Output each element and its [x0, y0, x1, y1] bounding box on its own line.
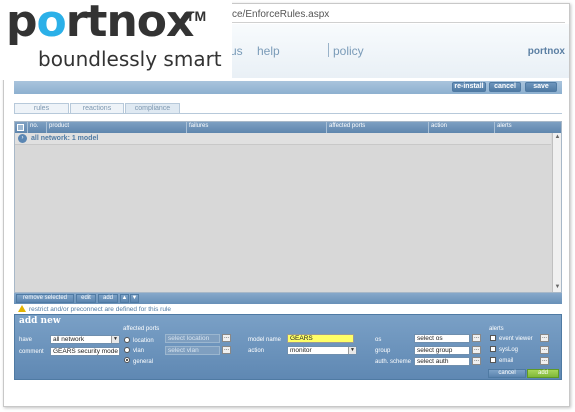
email-label: email [499, 358, 514, 364]
vlan-radio-label: vlan [133, 348, 145, 354]
table-header: no. product failures affected ports acti… [15, 122, 561, 133]
column-affected-ports[interactable]: affected ports [329, 123, 365, 129]
column-divider [186, 122, 187, 133]
event-viewer-settings-button[interactable]: ... [540, 334, 549, 342]
nav-separator [328, 43, 329, 57]
group-label: group [375, 348, 391, 354]
rules-table: no. product failures affected ports acti… [14, 121, 562, 293]
action-toolbar: re-install cancel save [14, 81, 562, 94]
email-checkbox[interactable] [490, 357, 496, 363]
select-vlan-field: select vlan [165, 346, 220, 355]
move-down-icon[interactable]: ▼ [130, 294, 139, 303]
trademark-mark: TM [186, 8, 207, 24]
location-radio-label: location [133, 338, 154, 344]
comment-input[interactable]: GEARS security mode [50, 347, 120, 356]
cancel-button[interactable]: cancel [489, 82, 521, 92]
add-new-title: add new [19, 316, 61, 326]
group-row[interactable]: › all network: 1 model [15, 133, 551, 145]
location-radio[interactable] [124, 337, 130, 343]
action-label: action [248, 348, 265, 354]
column-divider [326, 122, 327, 133]
group-field: select group [414, 346, 470, 355]
syslog-settings-button[interactable]: ... [540, 346, 549, 354]
column-divider [46, 122, 47, 133]
select-all-checkbox[interactable] [17, 124, 24, 131]
add-new-cancel-button[interactable]: cancel [488, 369, 526, 378]
vlan-browse-button[interactable]: ... [222, 346, 231, 354]
vlan-radio[interactable] [124, 347, 130, 353]
select-location-field: select location [165, 334, 220, 343]
expand-icon[interactable]: › [18, 134, 27, 143]
action-select[interactable]: monitor ▼ [287, 346, 357, 355]
edit-button[interactable]: edit [76, 294, 96, 303]
table-footer-bar: remove selected edit add ▲ ▼ [14, 293, 562, 304]
add-new-add-button[interactable]: add [527, 369, 559, 378]
column-divider [494, 122, 495, 133]
event-viewer-checkbox[interactable] [490, 335, 496, 341]
warning-icon [18, 305, 26, 312]
address-bar[interactable]: ce/EnforceRules.aspx [230, 7, 565, 23]
group-label: all network: 1 model [31, 135, 99, 142]
url-text: ce/EnforceRules.aspx [232, 9, 330, 20]
column-no[interactable]: no. [30, 123, 38, 129]
column-product[interactable]: product [49, 123, 69, 129]
logo-tagline: boundlessly smart [38, 47, 222, 71]
column-failures[interactable]: failures [189, 123, 208, 129]
have-label: have [19, 337, 33, 343]
column-divider [428, 122, 429, 133]
syslog-checkbox[interactable] [490, 346, 496, 352]
nav-item-help[interactable]: help [257, 44, 280, 58]
scroll-up-icon[interactable]: ▲ [554, 134, 561, 141]
auth-browse-button[interactable]: ... [472, 357, 481, 365]
tab-divider [14, 113, 562, 114]
add-button[interactable]: add [98, 294, 118, 303]
column-divider [27, 122, 28, 133]
column-alerts[interactable]: alerts [497, 123, 512, 129]
group-browse-button[interactable]: ... [472, 346, 481, 354]
model-name-input[interactable]: GEARS [287, 334, 354, 343]
brand-label: portnox [527, 46, 565, 57]
general-radio[interactable] [124, 357, 130, 363]
affected-ports-label: affected ports [123, 326, 160, 332]
os-field: select os [414, 334, 470, 343]
os-label: os [375, 337, 382, 343]
dropdown-arrow-icon: ▼ [111, 336, 119, 343]
auth-field: select auth [414, 357, 470, 366]
auth-scheme-label: auth. scheme [375, 359, 412, 365]
event-viewer-label: event viewer [499, 336, 533, 342]
email-settings-button[interactable]: ... [540, 357, 549, 365]
dropdown-arrow-icon: ▼ [348, 347, 356, 354]
vertical-scrollbar[interactable]: ▲ ▼ [552, 133, 561, 292]
comment-label: comment [19, 349, 44, 355]
os-browse-button[interactable]: ... [472, 334, 481, 342]
warning-message: restrict and/or preconnect are defined f… [18, 305, 171, 313]
general-radio-label: general [133, 359, 154, 365]
have-select[interactable]: all network ▼ [50, 335, 120, 344]
location-browse-button[interactable]: ... [222, 334, 231, 342]
remove-selected-button[interactable]: remove selected [16, 294, 74, 303]
column-action[interactable]: action [431, 123, 447, 129]
nav-item-policy[interactable]: policy [333, 44, 364, 58]
alerts-label: alerts [489, 326, 504, 332]
portnox-logo: portnox TM boundlessly smart [0, 0, 232, 80]
logo-wordmark: portnox [6, 0, 194, 47]
scroll-down-icon[interactable]: ▼ [554, 284, 561, 291]
save-button[interactable]: save [525, 82, 557, 92]
model-name-label: model name [248, 337, 282, 343]
syslog-label: sysLog [499, 347, 519, 353]
move-up-icon[interactable]: ▲ [120, 294, 129, 303]
reinstall-button[interactable]: re-install [452, 82, 486, 92]
